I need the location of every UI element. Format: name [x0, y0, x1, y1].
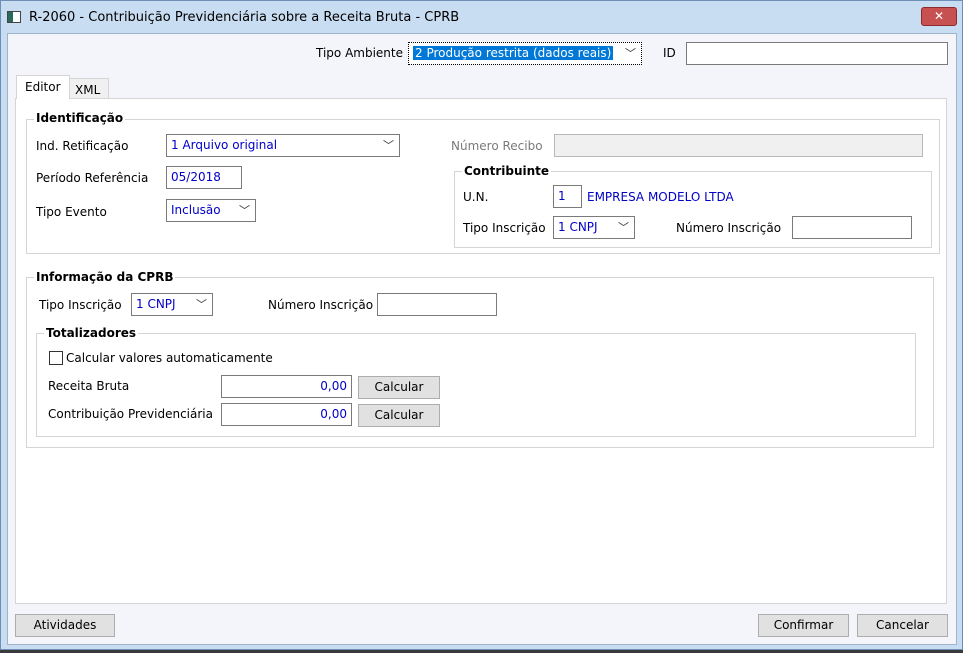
- totalizadores-title: Totalizadores: [44, 326, 139, 340]
- receita-bruta-input[interactable]: 0,00: [221, 375, 352, 398]
- contrib-numero-inscricao-label: Número Inscrição: [676, 221, 782, 235]
- calcular-contribuicao-button[interactable]: Calcular: [358, 404, 440, 427]
- cancelar-button[interactable]: Cancelar: [857, 614, 948, 637]
- atividades-button[interactable]: Atividades: [15, 614, 115, 637]
- contribuicao-input[interactable]: 0,00: [221, 403, 352, 426]
- chevron-down-icon: ﹀: [239, 204, 250, 217]
- tipo-evento-label: Tipo Evento: [36, 205, 107, 219]
- numero-recibo-label: Número Recibo: [451, 139, 543, 153]
- contrib-tipo-inscricao-value: 1 CNPJ: [558, 220, 598, 234]
- ind-retificacao-select[interactable]: 1 Arquivo original ﹀: [166, 134, 400, 157]
- totalizadores-group: [36, 333, 916, 437]
- tab-editor[interactable]: Editor: [16, 75, 70, 99]
- tipo-ambiente-select[interactable]: 2 Produção restrita (dados reais) ﹀: [408, 42, 642, 65]
- close-button[interactable]: ✕: [921, 7, 957, 26]
- contrib-tipo-inscricao-select[interactable]: 1 CNPJ ﹀: [553, 216, 635, 239]
- contribuicao-label: Contribuição Previdenciária: [48, 407, 213, 421]
- editor-panel: Identificação Ind. Retificação 1 Arquivo…: [15, 98, 947, 604]
- id-label: ID: [663, 46, 676, 60]
- window-title: R-2060 - Contribuição Previdenciária sob…: [29, 10, 460, 25]
- chevron-down-icon: ﹀: [625, 47, 636, 60]
- cprb-tipo-inscricao-select[interactable]: 1 CNPJ ﹀: [131, 293, 213, 316]
- title-bar: R-2060 - Contribuição Previdenciária sob…: [1, 1, 962, 33]
- chevron-down-icon: ﹀: [196, 298, 207, 311]
- numero-recibo-input[interactable]: [554, 134, 923, 157]
- empresa-name: EMPRESA MODELO LTDA: [587, 190, 734, 204]
- periodo-input[interactable]: 05/2018: [166, 166, 242, 189]
- identificacao-title: Identificação: [34, 111, 126, 125]
- tipo-evento-select[interactable]: Inclusão ﹀: [166, 199, 256, 222]
- client-area: Tipo Ambiente 2 Produção restrita (dados…: [7, 33, 957, 645]
- periodo-label: Período Referência: [36, 171, 149, 185]
- tipo-ambiente-label: Tipo Ambiente: [316, 46, 403, 60]
- cprb-tipo-inscricao-label: Tipo Inscrição: [39, 298, 122, 312]
- receita-bruta-label: Receita Bruta: [48, 379, 130, 393]
- tipo-evento-value: Inclusão: [171, 203, 221, 217]
- dialog-window: R-2060 - Contribuição Previdenciária sob…: [0, 0, 963, 650]
- un-label: U.N.: [463, 190, 489, 204]
- chevron-down-icon: ﹀: [383, 139, 394, 152]
- ind-retificacao-value: 1 Arquivo original: [171, 138, 278, 152]
- confirmar-button[interactable]: Confirmar: [758, 614, 849, 637]
- contrib-numero-inscricao-input[interactable]: [792, 216, 912, 239]
- id-input[interactable]: [686, 42, 948, 65]
- cprb-numero-inscricao-input[interactable]: [377, 293, 497, 316]
- cprb-numero-inscricao-label: Número Inscrição: [268, 298, 374, 312]
- cprb-tipo-inscricao-value: 1 CNPJ: [136, 297, 176, 311]
- app-icon: [7, 11, 21, 23]
- un-input[interactable]: 1: [553, 185, 582, 208]
- tipo-ambiente-value: 2 Produção restrita (dados reais): [413, 46, 614, 60]
- chevron-down-icon: ﹀: [618, 221, 629, 234]
- cprb-title: Informação da CPRB: [34, 270, 176, 284]
- tab-xml[interactable]: XML: [66, 78, 110, 99]
- calcular-receita-button[interactable]: Calcular: [358, 376, 440, 399]
- contrib-tipo-inscricao-label: Tipo Inscrição: [463, 221, 546, 235]
- ind-retificacao-label: Ind. Retificação: [36, 139, 129, 153]
- auto-calc-checkbox[interactable]: [49, 351, 63, 365]
- auto-calc-label: Calcular valores automaticamente: [66, 351, 273, 365]
- contribuinte-title: Contribuinte: [462, 164, 552, 178]
